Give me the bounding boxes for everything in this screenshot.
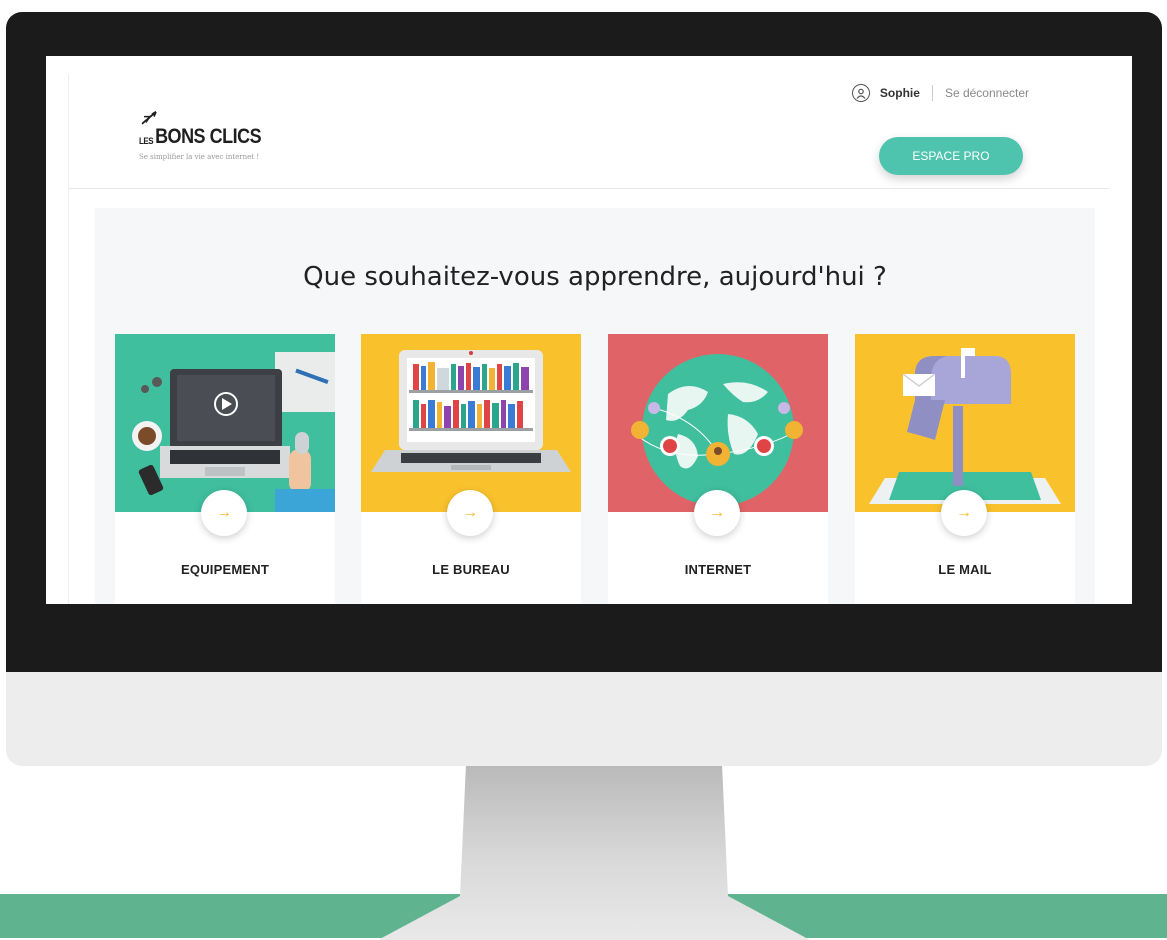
page-title: Que souhaitez-vous apprendre, aujourd'hu… [303, 262, 887, 292]
card-image [608, 334, 828, 512]
card-arrow-button[interactable]: → [447, 490, 493, 536]
laptop-bookshelf-icon [371, 350, 571, 472]
cursor-logo-icon [141, 107, 159, 132]
monitor-chin [6, 670, 1162, 766]
logo-text: BONS CLICS [155, 123, 262, 148]
site-header: Sophie Se déconnecter LES BONS CLICS Se … [69, 74, 1109, 189]
card-label: LE BUREAU [432, 562, 510, 577]
card-equipement[interactable]: → EQUIPEMENT [115, 334, 335, 604]
card-image [361, 334, 581, 512]
logout-link[interactable]: Se déconnecter [945, 86, 1029, 100]
card-le-mail[interactable]: → LE MAIL [855, 334, 1075, 604]
user-icon[interactable] [851, 84, 870, 102]
card-label: LE MAIL [938, 562, 992, 577]
monitor-stand [378, 764, 810, 940]
espace-pro-button[interactable]: ESPACE PRO [879, 137, 1023, 175]
user-area: Sophie Se déconnecter [851, 82, 1029, 104]
card-image [115, 334, 335, 512]
card-label: EQUIPEMENT [181, 562, 269, 577]
website: Sophie Se déconnecter LES BONS CLICS Se … [68, 74, 1109, 604]
divider [931, 85, 933, 101]
logo-les: LES [139, 135, 154, 147]
main-content: Que souhaitez-vous apprendre, aujourd'hu… [95, 208, 1095, 604]
card-label: INTERNET [684, 562, 752, 577]
card-internet[interactable]: → INTERNET [608, 334, 828, 604]
laptop-desk-icon [132, 352, 335, 512]
card-arrow-button[interactable]: → [941, 490, 987, 536]
globe-network-icon [631, 354, 803, 506]
card-le-bureau[interactable]: → LE BUREAU [361, 334, 581, 604]
card-arrow-button[interactable]: → [694, 490, 740, 536]
card-image [855, 334, 1075, 512]
monitor-screen: Sophie Se déconnecter LES BONS CLICS Se … [46, 56, 1132, 604]
logo-tagline: Se simplifier la vie avec internet ! [139, 153, 260, 161]
user-name[interactable]: Sophie [880, 86, 920, 100]
logo[interactable]: LES BONS CLICS Se simplifier la vie avec… [139, 110, 262, 161]
mailbox-icon [869, 348, 1061, 504]
card-arrow-button[interactable]: → [201, 490, 247, 536]
